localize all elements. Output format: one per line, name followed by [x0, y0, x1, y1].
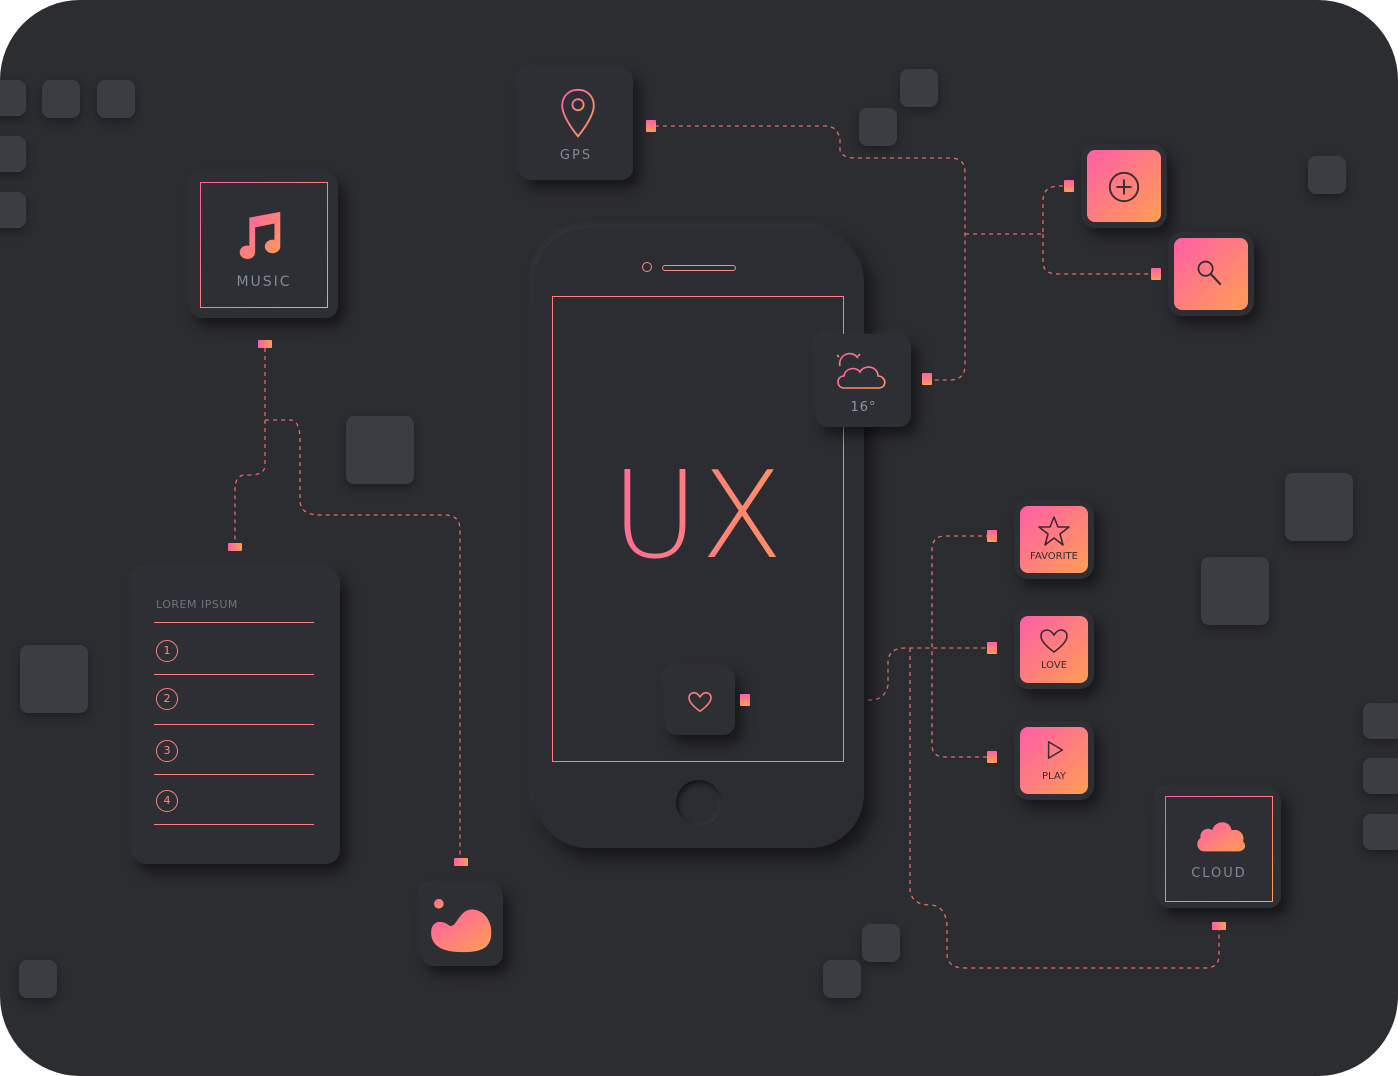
weather-temperature: 16° — [850, 400, 877, 415]
list-item[interactable]: 4 — [154, 788, 314, 825]
connector-node — [1212, 922, 1226, 930]
deco-square — [1363, 703, 1398, 739]
heart-icon — [688, 691, 712, 713]
phone-camera — [642, 262, 652, 272]
connector-node — [987, 530, 997, 542]
location-pin-icon — [561, 88, 595, 138]
list-card: LOREM IPSUM 1 2 3 4 — [132, 568, 340, 864]
ux-hero-text: UX — [553, 447, 843, 586]
infographic-canvas: GPS MUSIC LOREM IPSUM 1 2 3 4 UX 16° FAV… — [0, 0, 1398, 1076]
deco-square — [0, 136, 26, 172]
cloud-label: CLOUD — [1191, 866, 1247, 881]
phone-screen: UX — [552, 296, 844, 762]
love-label: LOVE — [1040, 660, 1068, 671]
love-button[interactable]: LOVE — [1020, 616, 1088, 683]
deco-square — [0, 80, 26, 116]
connector-node — [1064, 180, 1074, 192]
deco-square — [823, 960, 861, 998]
list-item-number: 2 — [156, 688, 178, 710]
favorite-label: FAVORITE — [1030, 551, 1078, 562]
music-card[interactable]: MUSIC — [190, 174, 338, 318]
play-label: PLAY — [1041, 771, 1066, 782]
gps-card[interactable]: GPS — [519, 68, 633, 180]
deco-square — [346, 416, 414, 484]
play-button[interactable]: PLAY — [1020, 727, 1088, 794]
connector-node — [258, 340, 272, 348]
phone-device: UX — [534, 228, 864, 848]
star-icon — [1038, 516, 1070, 546]
deco-square — [1308, 156, 1346, 194]
gps-label: GPS — [559, 148, 593, 163]
deco-square — [1201, 557, 1269, 625]
image-icon — [431, 898, 492, 953]
deco-square — [19, 960, 57, 998]
favorite-button[interactable]: FAVORITE — [1020, 506, 1088, 573]
connector-node — [1151, 268, 1161, 280]
phone-heart-button[interactable] — [665, 667, 735, 735]
deco-square — [97, 80, 135, 118]
heart-icon — [1040, 629, 1068, 653]
cloud-icon — [1197, 822, 1246, 852]
deco-square — [0, 192, 26, 228]
connector-node — [228, 543, 242, 551]
search-button[interactable] — [1174, 238, 1248, 310]
plus-circle-icon — [1108, 171, 1140, 203]
connector-node — [987, 642, 997, 654]
connector-node — [646, 120, 656, 132]
list-item-number: 4 — [156, 790, 178, 812]
cloud-card[interactable]: CLOUD — [1157, 788, 1281, 908]
partly-cloudy-icon — [832, 350, 886, 389]
image-card[interactable] — [421, 884, 503, 966]
list-item-number: 3 — [156, 740, 178, 762]
search-icon — [1197, 260, 1222, 286]
music-note-icon — [239, 211, 281, 260]
list-divider — [154, 622, 314, 623]
deco-square — [42, 80, 80, 118]
deco-square — [1363, 814, 1398, 850]
connector-node — [922, 373, 932, 385]
wire-music-list — [234, 420, 266, 545]
deco-square — [1363, 758, 1398, 794]
connector-node — [740, 694, 750, 706]
list-item[interactable]: 3 — [154, 738, 314, 775]
wire-favorite-play — [931, 535, 990, 758]
deco-square — [900, 69, 938, 107]
list-item[interactable]: 1 — [154, 638, 314, 675]
phone-home-button[interactable] — [676, 780, 722, 826]
deco-square — [20, 645, 88, 713]
list-item-number: 1 — [156, 640, 178, 662]
weather-card[interactable]: 16° — [816, 334, 911, 427]
connector-node — [454, 858, 468, 866]
deco-square — [859, 108, 897, 146]
list-title: LOREM IPSUM — [156, 598, 238, 611]
phone-speaker — [662, 265, 736, 271]
connector-node — [987, 751, 997, 763]
play-icon — [1047, 741, 1064, 759]
deco-square — [862, 924, 900, 962]
music-label: MUSIC — [236, 274, 292, 290]
add-button[interactable] — [1087, 150, 1161, 222]
deco-square — [1285, 473, 1353, 541]
list-item[interactable]: 2 — [154, 686, 314, 725]
